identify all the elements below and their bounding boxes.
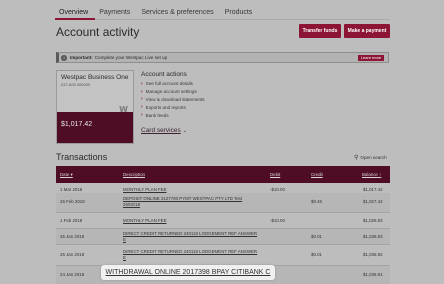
- account-number: 037-605 000000: [61, 82, 91, 87]
- row-description[interactable]: DIRECT CREDIT RETURNED 240118 LODGEMENT …: [123, 249, 257, 254]
- sort-debit-header[interactable]: Debit: [270, 172, 280, 177]
- header-label: Date: [60, 172, 70, 177]
- row-date: 25 Jan 2018: [60, 234, 85, 239]
- account-card[interactable]: Westpac Business One 037-605 000000 W $1…: [56, 70, 134, 144]
- action-manage-settings[interactable]: › Manage account settings: [141, 88, 205, 96]
- tab-overview[interactable]: Overview: [55, 6, 96, 20]
- action-bank-feeds[interactable]: › Bank feeds: [141, 111, 205, 119]
- description-tooltip: WITHDRAWAL ONLINE 2017398 BPAY CITIBANK …: [101, 265, 275, 280]
- chevron-right-icon: ›: [141, 112, 143, 119]
- search-icon: ⚲: [354, 155, 359, 161]
- sort-credit-header[interactable]: Credit: [311, 172, 323, 177]
- row-credit: $0.46: [311, 199, 322, 204]
- table-row[interactable]: 1 Feb 2018 MONTHLY PLAN FEE -$10.00 $1,0…: [56, 213, 390, 229]
- action-exports-reports[interactable]: › Exports and reports: [141, 103, 205, 111]
- row-date: 1 Feb 2018: [60, 218, 83, 223]
- info-icon: i: [61, 54, 67, 61]
- card-services-label: Card services: [141, 127, 181, 134]
- row-debit: -$10.00: [270, 218, 285, 223]
- row-description[interactable]: MONTHLY PLAN FEE: [123, 187, 167, 192]
- action-see-full-details[interactable]: › See full account details: [141, 80, 205, 88]
- action-label: Exports and reports: [145, 104, 186, 110]
- tab-products[interactable]: Products: [221, 6, 260, 20]
- row-debit: -$10.00: [270, 187, 285, 192]
- notice-important-label: Important:: [70, 55, 93, 60]
- row-credit: $0.01: [311, 252, 322, 257]
- chevron-right-icon: ›: [141, 80, 143, 87]
- chevron-right-icon: ›: [141, 96, 143, 103]
- header-label: Balance: [362, 172, 378, 177]
- account-actions-list: › See full account details › Manage accoun…: [141, 80, 205, 119]
- row-credit: $0.01: [311, 234, 322, 239]
- row-balance: $1,036.92: [363, 252, 383, 257]
- row-balance: $1,026.93: [363, 218, 383, 223]
- chevron-down-icon: ⌄: [182, 128, 187, 134]
- tab-services-preferences[interactable]: Services & preferences: [137, 6, 220, 20]
- sort-arrow-icon: ↑: [379, 172, 382, 177]
- account-name: Westpac Business One: [61, 74, 129, 81]
- table-row[interactable]: 25 Jan 2018 DIRECT CREDIT RETURNED 24011…: [56, 229, 390, 245]
- card-services-toggle[interactable]: Card services ⌄: [141, 127, 187, 134]
- sort-date-header[interactable]: Date ▾: [60, 172, 73, 178]
- action-label: View & download statements: [145, 96, 205, 102]
- row-description-line2[interactable]: E: [123, 237, 126, 242]
- row-date: 24 Jan 2018: [60, 272, 85, 277]
- transactions-table-header: Date ▾ Description Debit Credit Balance …: [56, 166, 390, 183]
- make-payment-button[interactable]: Make a payment: [344, 24, 390, 38]
- open-search-link[interactable]: ⚲ Open search: [354, 154, 387, 161]
- transactions-title: Transactions: [56, 152, 108, 162]
- action-label: See full account details: [145, 81, 193, 87]
- sort-balance-header[interactable]: Balance ↑: [362, 172, 381, 177]
- sort-description-header[interactable]: Description: [123, 172, 145, 177]
- account-nav-tabs: Overview Payments Services & preferences…: [55, 6, 390, 20]
- action-view-statements[interactable]: › View & download statements: [141, 96, 205, 104]
- row-description[interactable]: DIRECT CREDIT RETURNED 240118 LODGEMENT …: [123, 231, 257, 236]
- account-actions-title: Account actions: [141, 71, 187, 78]
- action-label: Manage account settings: [145, 89, 197, 95]
- table-row[interactable]: 26 Feb 2018 DEPOSIT ONLINE 2127793 PYMT …: [56, 193, 390, 213]
- row-balance: $1,036.91: [363, 272, 383, 277]
- chevron-right-icon: ›: [141, 104, 143, 111]
- row-date: 26 Feb 2018: [60, 199, 85, 204]
- chevron-right-icon: ›: [141, 88, 143, 95]
- notice-text: Complete your Westpac Live set up: [94, 55, 168, 60]
- page-title: Account activity: [56, 25, 140, 39]
- account-balance-panel: $1,017.42: [57, 112, 133, 143]
- sort-arrow-icon: ▾: [70, 172, 73, 177]
- row-description-line2[interactable]: E: [123, 255, 126, 260]
- row-date: 25 Jan 2018: [60, 252, 85, 257]
- learn-more-button[interactable]: Learn more: [358, 54, 384, 61]
- transfer-funds-button[interactable]: Transfer funds: [299, 24, 341, 38]
- setup-notice-banner: i Important: Complete your Westpac Live …: [56, 52, 389, 63]
- row-balance: $1,036.93: [363, 234, 383, 239]
- account-balance: $1,017.42: [61, 121, 93, 128]
- row-balance: $1,027.42: [363, 199, 383, 204]
- tab-payments[interactable]: Payments: [95, 6, 137, 20]
- row-date: 1 Mar 2018: [60, 187, 83, 192]
- open-search-label: Open search: [360, 155, 387, 160]
- row-balance: $1,017.42: [363, 187, 383, 192]
- table-row[interactable]: 25 Jan 2018 DIRECT CREDIT RETURNED 24011…: [56, 245, 390, 266]
- row-description[interactable]: DEPOSIT ONLINE 2127793 PYMT WESTPAC PTY …: [123, 196, 242, 201]
- row-description[interactable]: MONTHLY PLAN FEE: [123, 218, 167, 223]
- row-description-line2[interactable]: 26/02/18: [123, 202, 140, 207]
- action-label: Bank feeds: [145, 112, 169, 118]
